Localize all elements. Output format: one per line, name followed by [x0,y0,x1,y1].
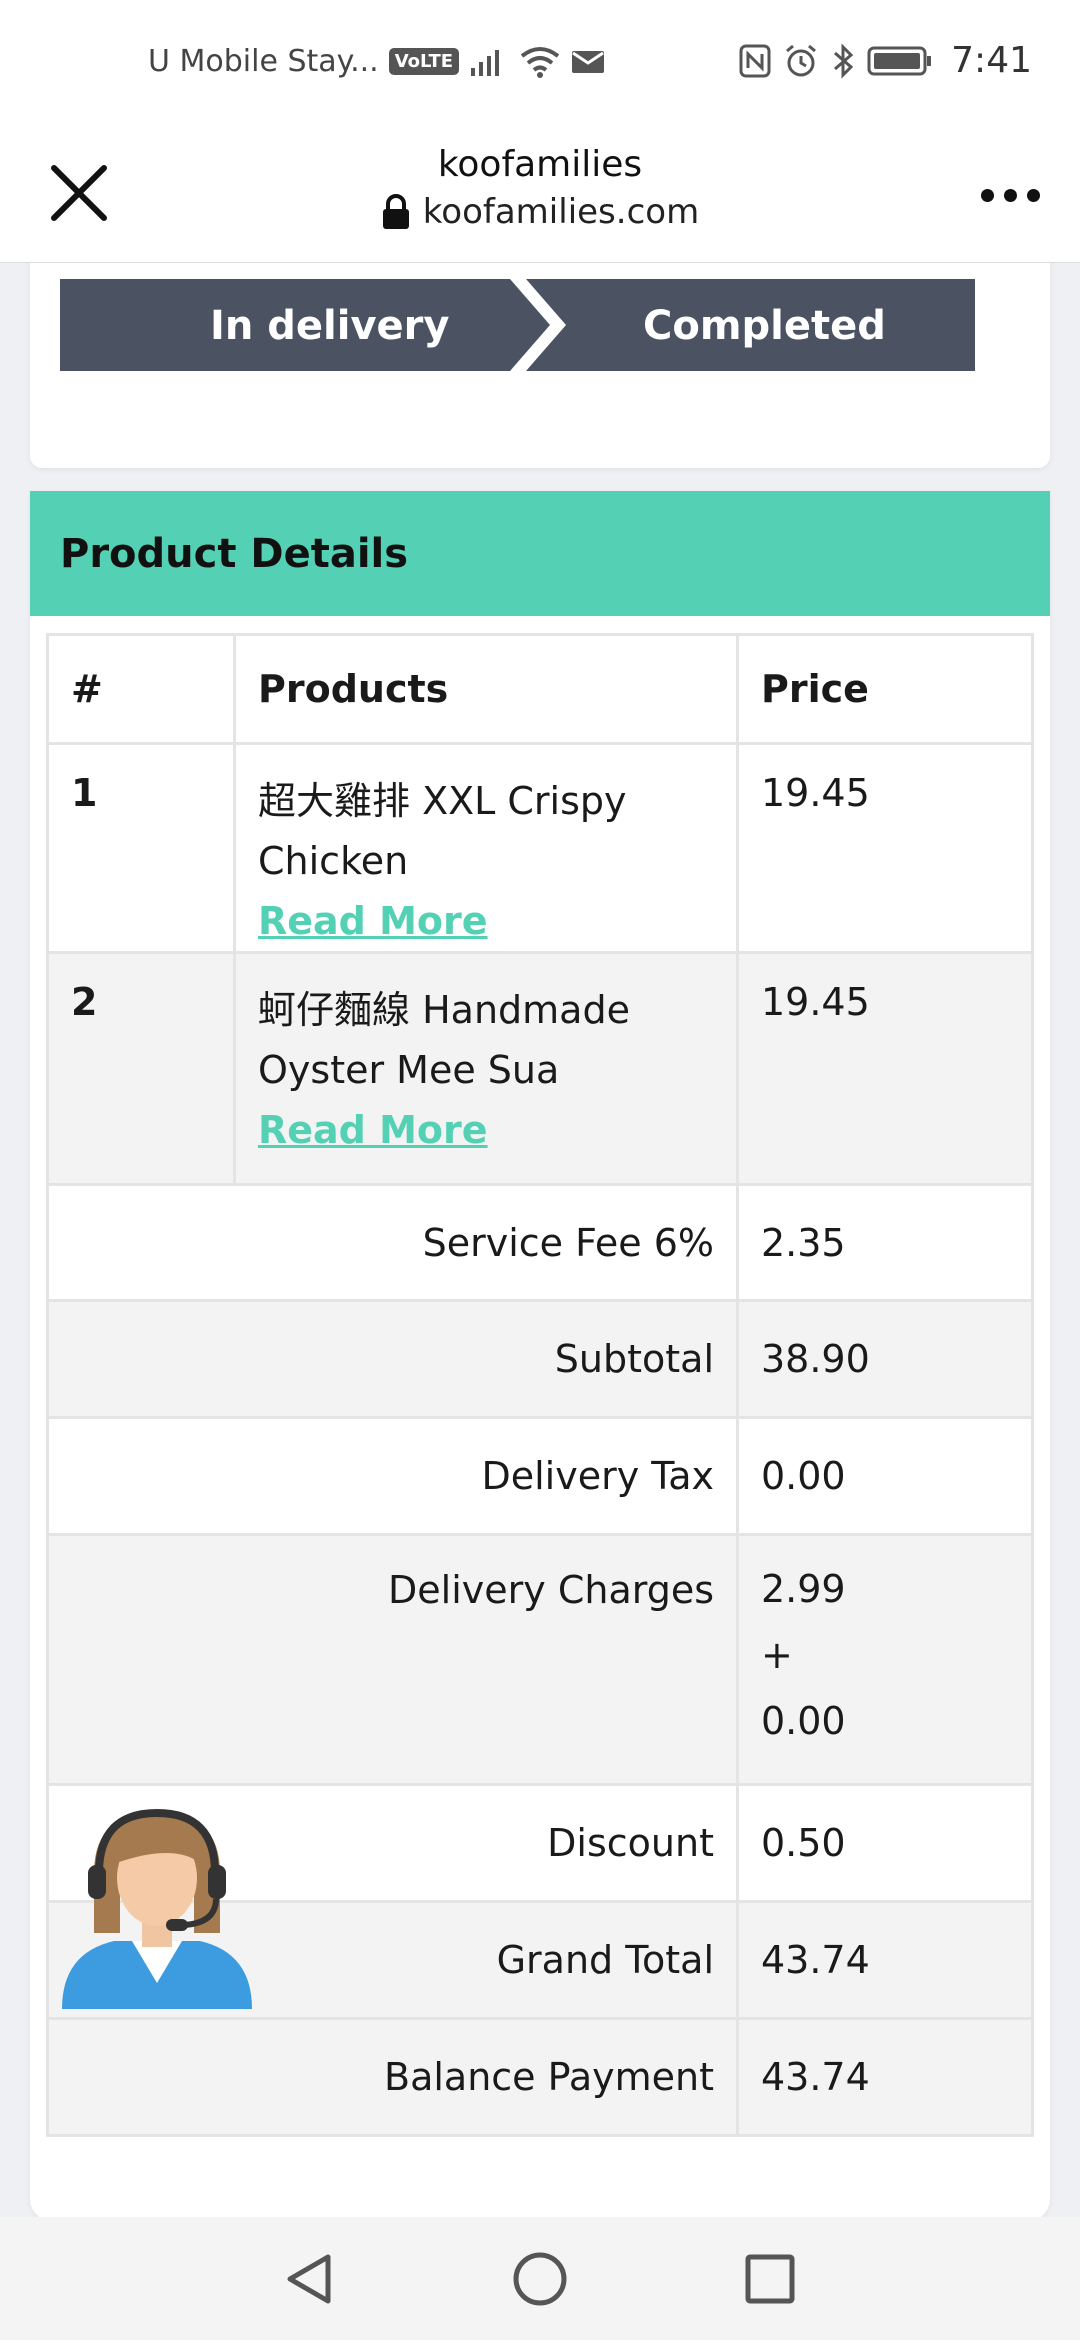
recent-apps-icon[interactable] [738,2247,802,2311]
item-name: 超大雞排 XXL Crispy Chicken [258,779,627,883]
table-header-row: # Products Price [46,633,1034,745]
dot-icon [1003,188,1017,202]
read-more-link[interactable]: Read More [258,1100,714,1160]
delivery-tax-value: 0.00 [736,1416,1034,1536]
subtotal-value: 38.90 [736,1299,1034,1419]
discount-value: 0.50 [736,1783,1034,1903]
summary-row-balance: Balance Payment 43.74 [46,2017,1034,2137]
item-name-cell: 超大雞排 XXL Crispy Chicken Read More [233,742,739,954]
item-price: 19.45 [736,951,1034,1186]
delivery-charge-amount: 2.99 [761,1567,846,1611]
summary-row-service-fee: Service Fee 6% 2.35 [46,1183,1034,1302]
summary-row-delivery-tax: Delivery Tax 0.00 [46,1416,1034,1536]
browser-bar: koofamilies koofamilies.com [0,130,1080,263]
column-header-index: # [46,633,236,745]
customer-support-avatar-icon[interactable] [44,1783,270,2009]
status-bar: U Mobile Stay... VoLTE 7:41 [0,0,1080,130]
volte-badge: VoLTE [388,48,460,75]
nfc-icon [739,44,771,77]
url-display: koofamilies.com [0,192,1080,232]
service-fee-value: 2.35 [736,1183,1034,1302]
subtotal-label: Subtotal [46,1299,739,1419]
more-menu-button[interactable] [970,170,1050,220]
column-header-price: Price [736,633,1034,745]
delivery-charge-extra: 0.00 [761,1699,846,1743]
back-icon[interactable] [278,2247,342,2311]
carrier-name: U Mobile Stay... [148,44,379,79]
summary-row-subtotal: Subtotal 38.90 [46,1299,1034,1419]
status-left: U Mobile Stay... VoLTE [148,44,605,79]
bluetooth-icon [834,42,854,79]
home-icon[interactable] [508,2247,572,2311]
page-title: koofamilies [437,144,643,185]
balance-value: 43.74 [736,2017,1034,2137]
alarm-icon [786,44,817,76]
order-steps: In delivery Completed [60,279,1020,375]
order-status-card: In delivery Completed [30,263,1050,468]
table-row: 1 超大雞排 XXL Crispy Chicken Read More 19.4… [46,742,1034,954]
delivery-charges-value: 2.99 + 0.00 [736,1533,1034,1786]
product-details-header: Product Details [30,491,1050,616]
column-header-products: Products [233,633,739,745]
delivery-charge-plus: + [761,1633,793,1677]
read-more-link[interactable]: Read More [258,891,714,951]
service-fee-label: Service Fee 6% [46,1183,739,1302]
item-index: 2 [46,951,236,1186]
step-completed: Completed [643,303,886,349]
url-text: koofamilies.com [422,192,700,232]
battery-icon [867,46,932,75]
system-navigation-bar [0,2217,1080,2340]
item-name: 蚵仔麵線 Handmade Oyster Mee Sua [258,988,630,1092]
signal-icon [471,49,500,76]
clock: 7:41 [951,40,1032,81]
dot-icon [1026,188,1040,202]
item-name-cell: 蚵仔麵線 Handmade Oyster Mee Sua Read More [233,951,739,1186]
summary-row-delivery-charges: Delivery Charges 2.99 + 0.00 [46,1533,1034,1786]
item-index: 1 [46,742,236,954]
step-in-delivery: In delivery [210,303,450,349]
wifi-icon [520,46,560,78]
status-right: 7:41 [739,40,1032,81]
table-row: 2 蚵仔麵線 Handmade Oyster Mee Sua Read More… [46,951,1034,1186]
mail-icon [572,50,605,73]
item-price: 19.45 [736,742,1034,954]
grand-total-value: 43.74 [736,1900,1034,2020]
balance-label: Balance Payment [46,2017,739,2137]
delivery-tax-label: Delivery Tax [46,1416,739,1536]
lock-icon [382,194,409,229]
dot-icon [980,188,994,202]
delivery-charges-label: Delivery Charges [46,1533,739,1786]
section-title: Product Details [60,530,409,577]
